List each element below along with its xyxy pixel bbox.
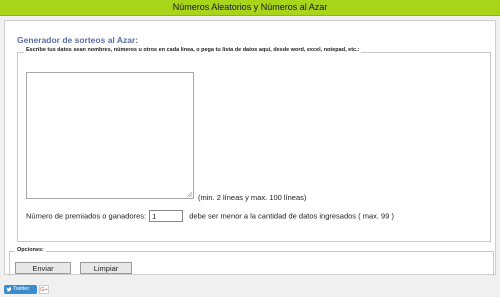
data-fieldset: Escribe tus datos sean nombres, números … <box>17 47 491 242</box>
data-legend: Escribe tus datos sean nombres, números … <box>24 47 362 53</box>
generator-title: Generador de sorteos al Azar: <box>17 35 139 45</box>
send-button[interactable]: Enviar <box>15 262 71 274</box>
google-plus-button[interactable]: G+ <box>39 285 49 294</box>
resize-handle-icon[interactable] <box>186 191 192 197</box>
twitter-bird-icon <box>6 287 12 292</box>
options-legend: Opciones: <box>15 247 46 253</box>
clear-button[interactable]: Limpiar <box>80 262 132 274</box>
twitter-label: Twitter <box>13 286 30 292</box>
lines-hint: (min. 2 líneas y max. 100 líneas) <box>198 193 307 202</box>
winners-label: Número de premiados o ganadores: <box>26 211 147 221</box>
winners-row: Número de premiados o ganadores: 1 debe … <box>26 210 394 224</box>
google-plus-label: G+ <box>40 287 48 293</box>
page-title: Números Aleatorios y Números al Azar <box>172 2 328 12</box>
options-fieldset: Opciones: Enviar Limpiar <box>9 247 494 276</box>
top-banner: Números Aleatorios y Números al Azar <box>0 0 500 16</box>
twitter-button[interactable]: Twitter <box>4 285 37 294</box>
winners-hint: debe ser menor a la cantidad de datos in… <box>189 211 394 221</box>
generator-panel: Generador de sorteos al Azar: Escribe tu… <box>4 20 496 276</box>
data-textarea[interactable] <box>26 72 194 199</box>
winners-input[interactable]: 1 <box>149 210 184 222</box>
